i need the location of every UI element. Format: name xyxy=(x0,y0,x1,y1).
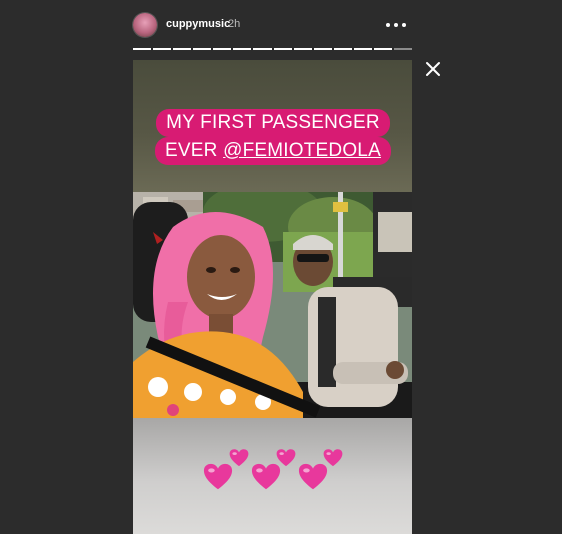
story-header: cuppymusic 2h xyxy=(133,13,413,39)
progress-segment xyxy=(213,48,232,50)
avatar[interactable] xyxy=(133,13,157,37)
story-progress-bar xyxy=(133,48,413,50)
progress-segment xyxy=(273,48,292,50)
progress-segment xyxy=(353,48,372,50)
progress-segment xyxy=(293,48,312,50)
caption-text: MY FIRST PASSENGER EVER @FEMIOTEDOLA xyxy=(151,109,395,165)
username[interactable]: cuppymusic xyxy=(166,18,230,30)
story-content[interactable]: MY FIRST PASSENGER EVER @FEMIOTEDOLA xyxy=(133,60,412,534)
heart-icon xyxy=(229,449,249,467)
mention-link[interactable]: @FEMIOTEDOLA xyxy=(223,140,381,161)
caption-prefix: EVER xyxy=(165,140,224,161)
progress-segment xyxy=(193,48,212,50)
story-photo xyxy=(133,192,412,418)
progress-segment xyxy=(253,48,272,50)
timestamp: 2h xyxy=(228,18,241,30)
story-viewer: cuppymusic 2h MY FIRST PASSENGER EVER @F… xyxy=(0,0,562,534)
heart-icon xyxy=(323,449,343,467)
progress-segment xyxy=(373,48,393,50)
caption-line-1: MY FIRST PASSENGER xyxy=(156,109,390,137)
more-options-icon[interactable] xyxy=(386,18,406,32)
sticker-area xyxy=(133,418,412,534)
caption-line-2: EVER @FEMIOTEDOLA xyxy=(155,137,391,165)
progress-segment xyxy=(173,48,192,50)
progress-segment xyxy=(153,48,172,50)
progress-segment xyxy=(313,48,332,50)
progress-segment xyxy=(133,48,152,50)
close-icon[interactable] xyxy=(422,58,444,80)
heart-icon xyxy=(276,449,296,467)
progress-segment xyxy=(233,48,252,50)
progress-segment xyxy=(394,48,413,50)
progress-segment xyxy=(333,48,352,50)
